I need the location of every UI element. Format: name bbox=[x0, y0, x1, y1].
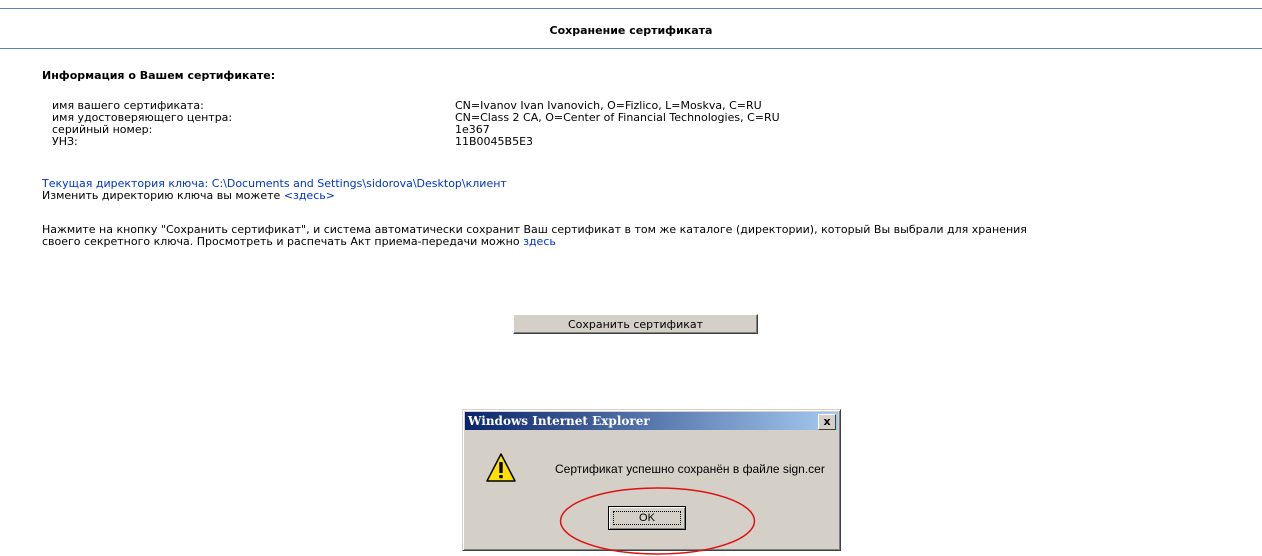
change-directory-text: Изменить директорию ключа вы можете bbox=[42, 189, 284, 202]
highlight-ellipse bbox=[559, 487, 756, 555]
ca-name-value: CN=Class 2 CA, O=Center of Financial Tec… bbox=[455, 111, 780, 124]
title-divider bbox=[0, 48, 1262, 49]
section-heading: Информация о Вашем сертификате: bbox=[42, 69, 276, 82]
page-title: Сохранение сертификата bbox=[549, 24, 713, 37]
close-icon[interactable]: x bbox=[818, 414, 836, 430]
change-directory-line: Изменить директорию ключа вы можете <зде… bbox=[42, 190, 335, 202]
dialog-message: Сертификат успешно сохранён в файле sign… bbox=[555, 462, 825, 476]
dialog-title: Windows Internet Explorer bbox=[468, 414, 650, 428]
warning-icon bbox=[486, 453, 516, 482]
instructions-line-2: своего секретного ключа. Просмотреть и р… bbox=[42, 236, 556, 248]
unz-value: 11B0045B5E3 bbox=[455, 135, 534, 148]
save-certificate-button[interactable]: Сохранить сертификат bbox=[513, 314, 758, 334]
top-divider bbox=[0, 8, 1262, 9]
unz-label: УНЗ: bbox=[52, 135, 78, 148]
instructions-text: своего секретного ключа. Просмотреть и р… bbox=[42, 235, 524, 248]
dialog-titlebar[interactable]: Windows Internet Explorer x bbox=[465, 412, 838, 430]
change-directory-link[interactable]: <здесь> bbox=[284, 189, 335, 202]
act-link[interactable]: здесь bbox=[523, 235, 556, 248]
